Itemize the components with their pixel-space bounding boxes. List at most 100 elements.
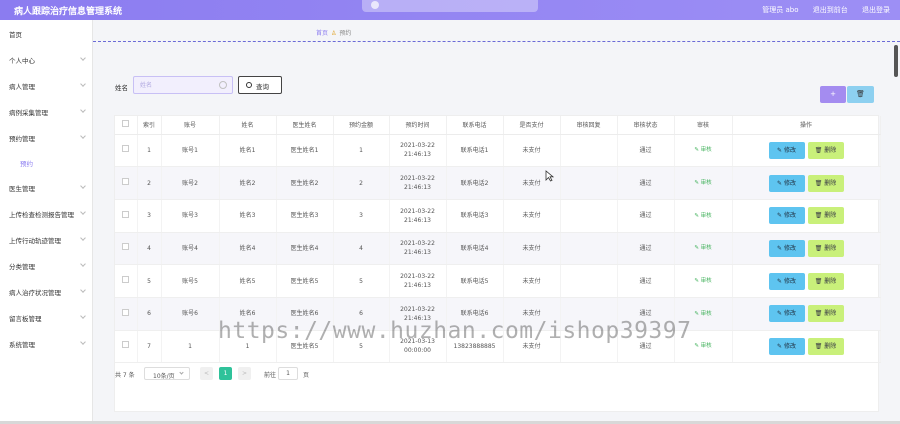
audit-link[interactable]: ✎ 审核 (694, 245, 711, 251)
sidebar-item[interactable]: 病人治疗状况管理 (0, 285, 93, 299)
delete-button[interactable]: 🗑 删除 (807, 272, 844, 290)
page-size-select[interactable]: 10条/页 (144, 367, 190, 380)
delete-button[interactable]: 🗑 删除 (807, 207, 844, 225)
sidebar-item[interactable]: 系统管理 (0, 337, 93, 351)
cell-status: 通过 (617, 199, 675, 233)
page-word: 页 (303, 372, 310, 379)
trash-icon: 🗑 (814, 146, 825, 154)
chevron-down-icon (80, 339, 86, 345)
add-button[interactable]: + (820, 86, 846, 103)
cell-account: 账号3 (161, 199, 220, 233)
column-header: 预约时间 (389, 116, 447, 135)
audit-link[interactable]: ✎ 审核 (694, 343, 711, 349)
audit-link[interactable]: ✎ 审核 (694, 311, 711, 317)
goto-page-input[interactable]: 1 (278, 367, 298, 380)
cell-account: 1 (161, 330, 220, 364)
cell-actions: ✎ 修改 🗑 删除 (732, 330, 881, 364)
cell-phone: 联系电话5 (446, 264, 504, 298)
column-header: 审核回复 (560, 116, 618, 135)
sidebar-item[interactable]: 病例采集管理 (0, 105, 93, 119)
cell-reply (560, 232, 618, 266)
delete-button[interactable]: 🗑 删除 (807, 239, 844, 257)
search-field[interactable] (133, 76, 233, 94)
sidebar-subitem[interactable]: 预约 (0, 156, 93, 170)
edit-button[interactable]: ✎ 修改 (768, 174, 805, 192)
next-page-button[interactable]: > (238, 367, 251, 380)
edit-button[interactable]: ✎ 修改 (768, 239, 805, 257)
mouse-cursor-icon (545, 170, 554, 182)
sidebar-item[interactable]: 个人中心 (0, 53, 93, 67)
search-button[interactable]: 查询 (238, 76, 282, 94)
sidebar-item[interactable]: 首页 (0, 27, 93, 41)
delete-button[interactable]: 🗑 删除 (807, 305, 844, 323)
banner-icon (371, 1, 379, 9)
edit-button[interactable]: ✎ 修改 (768, 272, 805, 290)
edit-icon: ✎ (777, 277, 784, 285)
column-header: 审核 (674, 116, 733, 135)
row-checkbox[interactable] (122, 210, 130, 218)
row-checkbox[interactable] (122, 276, 130, 284)
audit-link[interactable]: ✎ 审核 (694, 213, 711, 219)
row-checkbox[interactable] (122, 178, 130, 186)
chevron-down-icon (80, 55, 86, 61)
breadcrumb: 首页 ♙ 预约 (93, 20, 900, 42)
scrollbar-thumb[interactable] (894, 45, 898, 77)
edit-button[interactable]: ✎ 修改 (768, 305, 805, 323)
sidebar-item[interactable]: 上传行动轨迹管理 (0, 233, 93, 247)
cell-index: 5 (137, 264, 162, 298)
sidebar-item[interactable]: 留言板管理 (0, 311, 93, 325)
chevron-down-icon (80, 183, 86, 189)
row-checkbox[interactable] (122, 308, 130, 316)
clear-icon[interactable] (219, 81, 227, 89)
cell-actions: ✎ 修改 🗑 删除 (732, 232, 881, 266)
breadcrumb-home[interactable]: 首页 (316, 30, 328, 37)
delete-button[interactable]: 🗑 删除 (807, 337, 844, 355)
cell-paid: 未支付 (503, 232, 561, 266)
row-checkbox[interactable] (122, 243, 130, 251)
sidebar-item-label: 上传检查检测报告管理 (9, 211, 74, 219)
table-header-row: 索引 账号 姓名 医生姓名 预约金额 预约时间 联系电话 是否支付 审核回复 审核状态 审核 操作 (115, 116, 881, 135)
sidebar-item[interactable]: 预约管理 (0, 131, 93, 145)
table-row: 5 账号5 姓名5 医生姓名5 5 2021-03-22 21:46:13 联系电话5 未支付… (115, 264, 881, 298)
audit-link-label: 审核 (700, 343, 712, 350)
audit-link-label: 审核 (700, 212, 712, 219)
select-all-checkbox[interactable] (122, 120, 130, 128)
sidebar-item[interactable]: 医生管理 (0, 181, 93, 195)
edit-icon: ✎ (777, 146, 784, 154)
delete-button-label: 删除 (824, 244, 837, 252)
app-title: 病人跟踪治疗信息管理系统 (14, 7, 123, 17)
cell-amount: 1 (333, 134, 390, 168)
cell-paid: 未支付 (503, 134, 561, 168)
edit-button[interactable]: ✎ 修改 (768, 141, 805, 159)
sidebar-item[interactable]: 分类管理 (0, 259, 93, 273)
audit-link[interactable]: ✎ 审核 (694, 278, 711, 284)
cell-actions: ✎ 修改 🗑 删除 (732, 297, 881, 331)
sidebar-item[interactable]: 上传检查检测报告管理 (0, 207, 93, 221)
audit-link-label: 审核 (700, 310, 712, 317)
edit-button[interactable]: ✎ 修改 (768, 337, 805, 355)
cell-audit: ✎ 审核 (674, 199, 733, 233)
trash-icon: 🗑 (814, 277, 825, 285)
delete-button[interactable]: 🗑 删除 (807, 141, 844, 159)
edit-icon: ✎ (777, 244, 784, 252)
delete-button[interactable]: 🗑 删除 (807, 174, 844, 192)
edit-button-label: 修改 (783, 342, 796, 350)
prev-page-button[interactable]: < (200, 367, 213, 380)
row-checkbox[interactable] (122, 341, 130, 349)
page-button-current[interactable]: 1 (219, 367, 232, 380)
search-button-label: 查询 (256, 83, 269, 91)
logout-link[interactable]: 退出登录 (862, 6, 890, 14)
cell-time: 2021-03-22 21:46:13 (389, 264, 447, 298)
sidebar-item-label: 病例采集管理 (9, 109, 48, 117)
sidebar-item-label: 个人中心 (9, 57, 35, 65)
row-checkbox[interactable] (122, 145, 130, 153)
cell-status: 通过 (617, 134, 675, 168)
goto-label: 前往 (264, 372, 277, 379)
back-to-front-link[interactable]: 退出到前台 (813, 6, 848, 14)
edit-button[interactable]: ✎ 修改 (768, 207, 805, 225)
audit-link[interactable]: ✎ 审核 (694, 147, 711, 153)
audit-link[interactable]: ✎ 审核 (694, 180, 711, 186)
batch-delete-button[interactable]: 🗑 (847, 86, 874, 103)
sidebar-item[interactable]: 病人管理 (0, 79, 93, 93)
search-input[interactable] (140, 80, 220, 91)
